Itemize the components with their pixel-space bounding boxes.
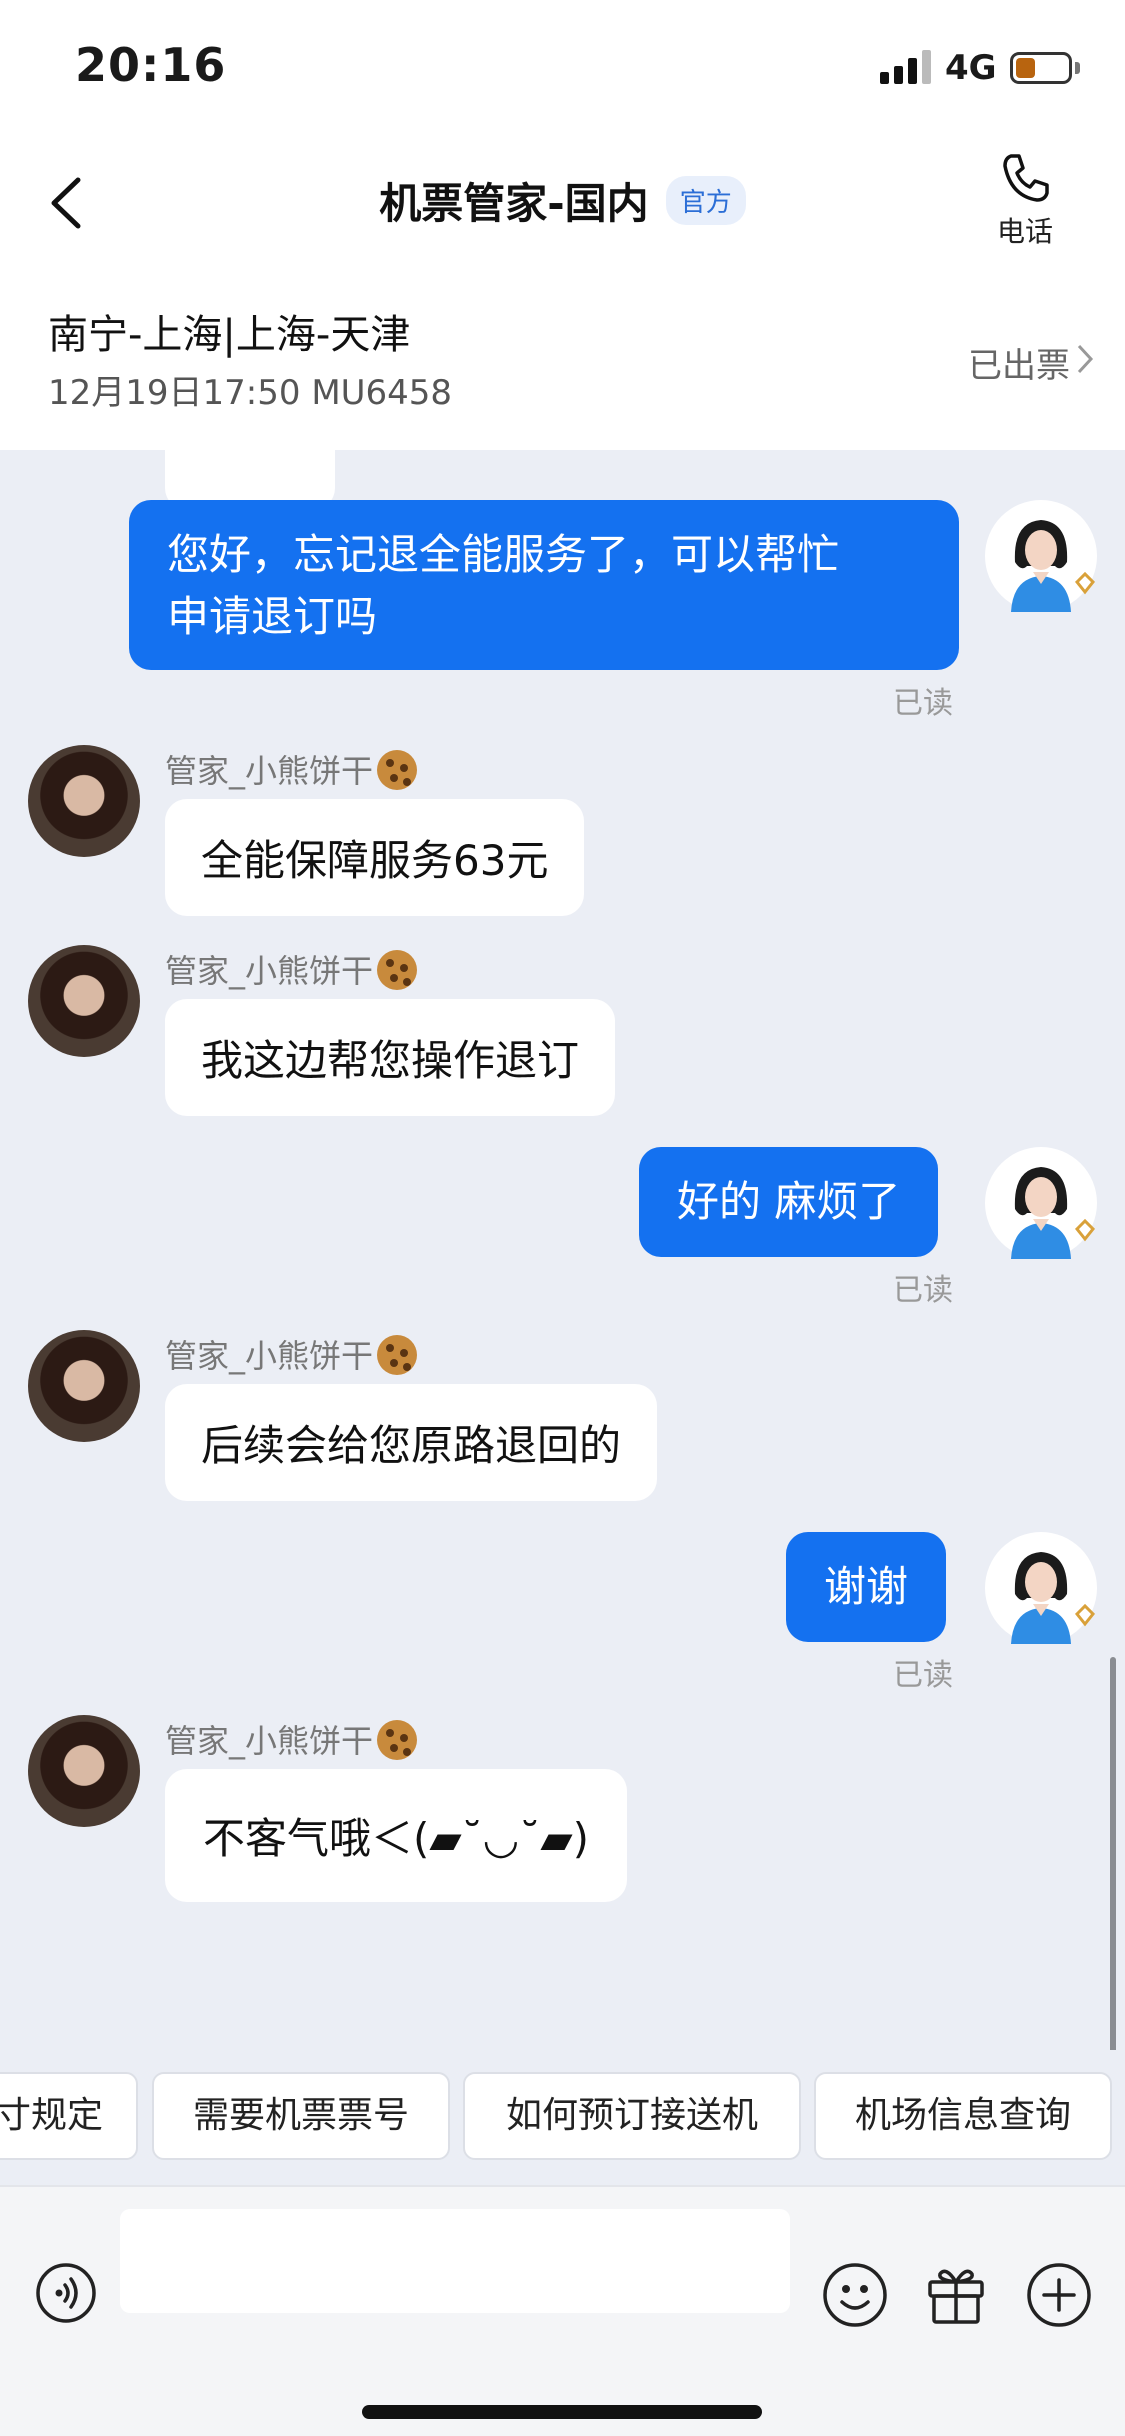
- ticket-status: 已出票: [968, 346, 1070, 386]
- agent-message[interactable]: 全能保障服务63元: [165, 799, 585, 916]
- quick-reply-chip[interactable]: 如何预订接送机: [463, 2072, 801, 2160]
- phone-button[interactable]: 电话: [990, 150, 1060, 260]
- quick-reply-chip[interactable]: 机场信息查询: [814, 2072, 1112, 2160]
- user-avatar[interactable]: [985, 1532, 1097, 1644]
- nav-header: 机票管家-国内 官方 电话: [0, 140, 1125, 270]
- user-avatar[interactable]: [985, 500, 1097, 612]
- voice-icon[interactable]: [35, 2262, 97, 2324]
- agent-name: 管家_小熊饼干: [165, 1716, 418, 1762]
- cookie-icon: [377, 750, 418, 790]
- signal-icon: [880, 50, 932, 84]
- user-avatar-icon: [985, 1532, 1097, 1644]
- read-status: 已读: [893, 1658, 953, 1693]
- phone-label: 电话: [996, 215, 1053, 248]
- gift-icon[interactable]: [924, 2260, 988, 2326]
- status-bar: 20:16 4G: [0, 0, 1125, 140]
- status-time: 20:16: [75, 38, 227, 92]
- agent-avatar[interactable]: [28, 945, 140, 1057]
- user-avatar[interactable]: [985, 1147, 1097, 1259]
- quick-reply-chip[interactable]: 需要机票票号: [152, 2072, 450, 2160]
- chat-area[interactable]: 您好，忘记退全能服务了，可以帮忙 申请退订吗 已读 管家_小熊饼干 全能保障服务…: [0, 450, 1125, 2050]
- agent-avatar[interactable]: [28, 1715, 140, 1827]
- agent-name: 管家_小熊饼干: [165, 746, 418, 792]
- chat-scrollbar[interactable]: [1110, 1657, 1116, 2050]
- agent-message[interactable]: 不客气哦＜(▰˘◡˘▰): [165, 1769, 628, 1902]
- flight-detail: 12月19日17:50 MU6458: [48, 373, 453, 413]
- agent-name-text: 管家_小熊饼干: [165, 1337, 374, 1375]
- flight-info-card[interactable]: 南宁-上海|上海-天津 12月19日17:50 MU6458 已出票: [0, 270, 1125, 450]
- message-line: 申请退订吗: [167, 592, 378, 641]
- user-message[interactable]: 好的 麻烦了: [639, 1147, 939, 1257]
- quick-reply-chip[interactable]: 寸规定: [0, 2072, 138, 2160]
- agent-name: 管家_小熊饼干: [165, 946, 418, 992]
- network-type: 4G: [945, 48, 997, 88]
- read-status: 已读: [893, 1273, 953, 1308]
- emoji-icon[interactable]: [822, 2262, 888, 2328]
- page-title: 机票管家-国内: [379, 179, 649, 228]
- official-badge: 官方: [665, 176, 746, 225]
- agent-name-text: 管家_小熊饼干: [165, 752, 374, 790]
- battery-icon: [1010, 52, 1072, 84]
- agent-avatar[interactable]: [28, 1330, 140, 1442]
- cookie-icon: [377, 950, 418, 990]
- read-status: 已读: [893, 686, 953, 721]
- agent-name-text: 管家_小熊饼干: [165, 1722, 374, 1760]
- agent-name: 管家_小熊饼干: [165, 1331, 418, 1377]
- message-input[interactable]: [120, 2209, 790, 2313]
- plus-icon[interactable]: [1026, 2262, 1092, 2328]
- message-line: 您好，忘记退全能服务了，可以帮忙: [167, 530, 840, 579]
- home-indicator: [362, 2405, 762, 2419]
- user-message[interactable]: 您好，忘记退全能服务了，可以帮忙 申请退订吗: [129, 500, 959, 670]
- cookie-icon: [377, 1720, 418, 1760]
- user-avatar-icon: [985, 500, 1097, 612]
- flight-route: 南宁-上海|上海-天津: [48, 312, 411, 358]
- user-avatar-icon: [985, 1147, 1097, 1259]
- agent-message[interactable]: 后续会给您原路退回的: [165, 1384, 658, 1501]
- battery-tip: [1075, 62, 1080, 74]
- user-message[interactable]: 谢谢: [786, 1532, 947, 1642]
- quick-reply-bar: 寸规定 需要机票票号 如何预订接送机 机场信息查询: [0, 2050, 1125, 2185]
- cookie-icon: [377, 1335, 418, 1375]
- title-wrap: 机票管家-国内 官方: [0, 170, 1125, 231]
- agent-message[interactable]: 我这边帮您操作退订: [165, 999, 616, 1116]
- chevron-right-icon: [1077, 344, 1094, 374]
- input-bar: [0, 2185, 1125, 2436]
- phone-icon: [1003, 154, 1049, 202]
- agent-avatar[interactable]: [28, 745, 140, 857]
- agent-name-text: 管家_小熊饼干: [165, 952, 374, 990]
